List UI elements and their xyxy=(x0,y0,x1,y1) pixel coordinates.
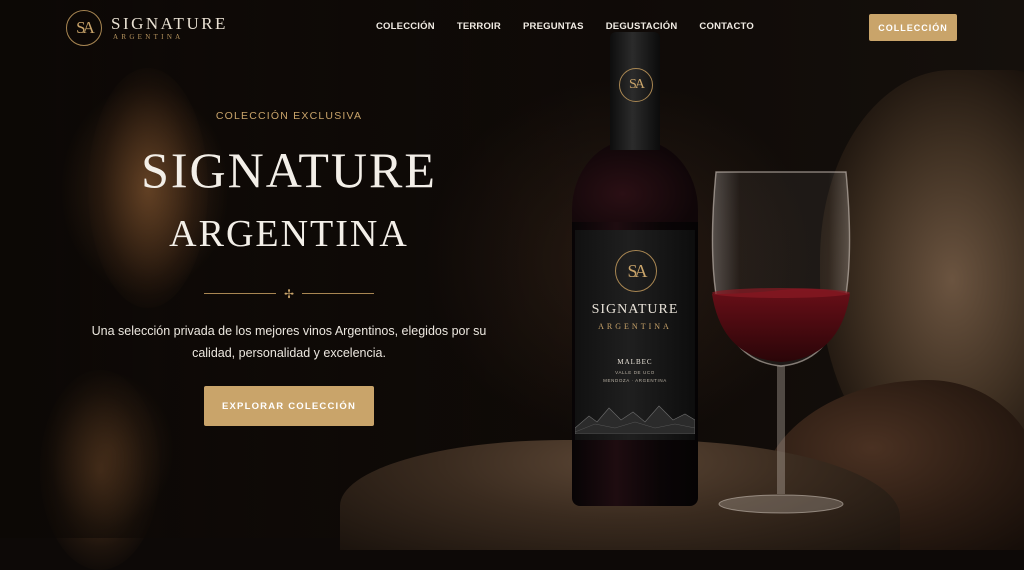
ornament-icon: ✢ xyxy=(283,287,295,301)
ornamental-divider: ✢ xyxy=(204,287,374,301)
hero-title-line1: SIGNATURE xyxy=(141,142,437,198)
wine-bottle-image: SA SA SIGNATURE ARGENTINA MALBEC VALLE D… xyxy=(572,32,698,506)
brand-logo[interactable]: SA SIGNATURE ARGENTINA xyxy=(66,10,228,46)
label-region: VALLE DE UCO xyxy=(615,370,655,375)
label-monogram-icon: SA xyxy=(615,250,657,292)
divider-line-right xyxy=(302,293,374,294)
hero-subtitle: Una selección privada de los mejores vin… xyxy=(91,324,487,360)
label-subtitle: ARGENTINA xyxy=(598,322,672,331)
monogram-icon: SA xyxy=(66,10,102,46)
hero-title-line2: ARGENTINA xyxy=(169,213,409,255)
hero-background xyxy=(0,0,1024,570)
bottle-label: SA SIGNATURE ARGENTINA MALBEC VALLE DE U… xyxy=(575,230,695,440)
mountain-illustration xyxy=(575,405,695,434)
hero-eyebrow: COLECCIÓN EXCLUSIVA xyxy=(215,110,363,122)
label-title: SIGNATURE xyxy=(591,302,679,317)
nav-link-preguntas[interactable]: PREGUNTAS xyxy=(523,21,584,32)
nav-link-terroir[interactable]: TERROIR xyxy=(457,21,501,32)
brand-name: SIGNATURE xyxy=(111,13,228,33)
brand-subname: ARGENTINA xyxy=(113,32,184,41)
nav-link-degustacion[interactable]: DEGUSTACIÓN xyxy=(606,21,678,32)
bottle-shoulder xyxy=(572,140,698,230)
explore-collection-button[interactable]: EXPLORAR COLECCIÓN xyxy=(204,386,374,426)
nav-link-coleccion[interactable]: COLECCIÓN xyxy=(376,21,435,32)
label-varietal: MALBEC xyxy=(617,358,653,366)
brand-wordmark: SIGNATURE ARGENTINA xyxy=(111,13,228,42)
capsule-monogram-icon: SA xyxy=(619,68,653,102)
collection-button[interactable]: COLLECCIÓN xyxy=(869,14,957,41)
divider-line-left xyxy=(204,293,276,294)
wine-glass-image xyxy=(711,171,851,514)
label-origin: MENDOZA · ARGENTINA xyxy=(603,378,667,383)
top-navigation: SA SIGNATURE ARGENTINA COLECCIÓN TERROIR… xyxy=(0,0,1024,56)
nav-link-contacto[interactable]: CONTACTO xyxy=(699,21,754,32)
nav-links: COLECCIÓN TERROIR PREGUNTAS DEGUSTACIÓN … xyxy=(376,21,776,32)
